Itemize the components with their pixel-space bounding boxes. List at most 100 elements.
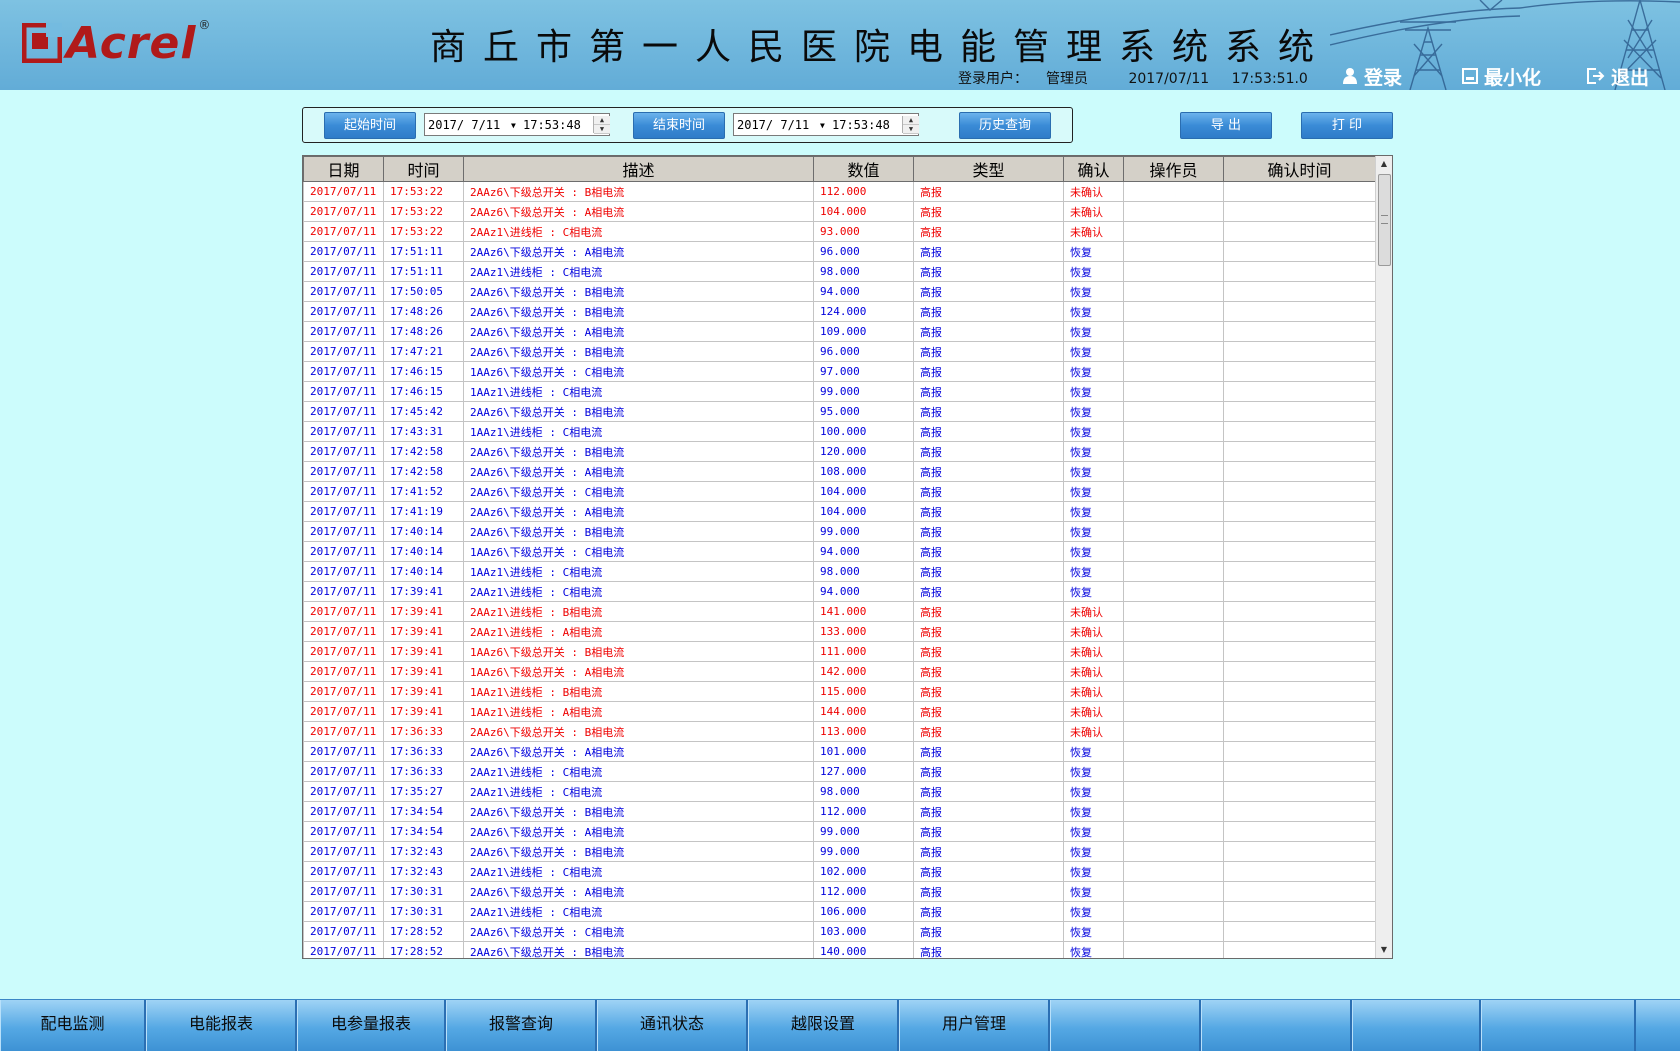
table-row[interactable]: 2017/07/11 17:51:11 2AAz6\下级总开关 : A相电流 96.0… [303,241,1376,262]
column-header-value[interactable]: 数值 [813,156,914,182]
table-row[interactable]: 2017/07/11 17:28:52 2AAz6\下级总开关 : C相电流 103.… [303,921,1376,942]
nav-item-0[interactable]: 配电监测 [0,1000,146,1051]
end-datetime-picker[interactable]: 2017/ 7/11 ▼ 17:53:48 ▲ ▼ [733,113,919,136]
cell-time: 17:46:15 [383,381,464,402]
column-header-confirm-time[interactable]: 确认时间 [1223,156,1376,182]
start-time-spinner[interactable]: ▲ ▼ [593,116,610,134]
cell-time: 17:45:42 [383,401,464,422]
nav-item-1[interactable]: 电能报表 [146,1000,297,1051]
cell-value: 99.000 [813,381,914,402]
nav-item-6[interactable]: 用户管理 [899,1000,1050,1051]
table-row[interactable]: 2017/07/11 17:47:21 2AAz6\下级总开关 : B相电流 96.0… [303,341,1376,362]
table-row[interactable]: 2017/07/11 17:41:19 2AAz6\下级总开关 : A相电流 104.… [303,501,1376,522]
cell-type: 高报 [913,201,1064,222]
spin-up-icon[interactable]: ▲ [903,116,919,125]
table-row[interactable]: 2017/07/11 17:30:31 2AAz6\下级总开关 : A相电流 112.… [303,881,1376,902]
nav-item-5[interactable]: 越限设置 [748,1000,899,1051]
table-row[interactable]: 2017/07/11 17:32:43 2AAz1\进线柜 : C相电流 102.00… [303,861,1376,882]
column-header-confirm[interactable]: 确认 [1063,156,1124,182]
table-row[interactable]: 2017/07/11 17:39:41 2AAz1\进线柜 : A相电流 133.00… [303,621,1376,642]
table-row[interactable]: 2017/07/11 17:50:05 2AAz6\下级总开关 : B相电流 94.0… [303,281,1376,302]
cell-operator [1123,821,1224,842]
nav-item-8[interactable] [1201,1000,1352,1051]
nav-item-2[interactable]: 电参量报表 [297,1000,446,1051]
scrollbar-thumb[interactable] [1378,174,1391,266]
table-row[interactable]: 2017/07/11 17:39:41 1AAz1\进线柜 : A相电流 144.00… [303,701,1376,722]
table-row[interactable]: 2017/07/11 17:28:52 2AAz6\下级总开关 : B相电流 140.… [303,941,1376,958]
table-row[interactable]: 2017/07/11 17:53:22 2AAz6\下级总开关 : B相电流 112.… [303,181,1376,202]
table-row[interactable]: 2017/07/11 17:39:41 2AAz1\进线柜 : C相电流 94.000… [303,581,1376,602]
cell-time: 17:46:15 [383,361,464,382]
cell-type: 高报 [913,601,1064,622]
scroll-down-arrow-icon[interactable]: ▼ [1376,942,1392,958]
vertical-scrollbar[interactable]: ▲ ▼ [1375,156,1392,958]
nav-item-9[interactable] [1352,1000,1481,1051]
scroll-up-arrow-icon[interactable]: ▲ [1376,156,1392,172]
table-row[interactable]: 2017/07/11 17:36:33 2AAz6\下级总开关 : B相电流 113.… [303,721,1376,742]
table-row[interactable]: 2017/07/11 17:46:15 1AAz6\下级总开关 : C相电流 97.0… [303,361,1376,382]
cell-operator [1123,661,1224,682]
table-row[interactable]: 2017/07/11 17:48:26 2AAz6\下级总开关 : B相电流 124.… [303,301,1376,322]
export-button[interactable]: 导 出 [1180,112,1272,139]
column-header-type[interactable]: 类型 [913,156,1064,182]
dropdown-arrow-icon[interactable]: ▼ [820,114,825,137]
end-time-spinner[interactable]: ▲ ▼ [902,116,919,134]
table-row[interactable]: 2017/07/11 17:36:33 2AAz6\下级总开关 : A相电流 101.… [303,741,1376,762]
table-row[interactable]: 2017/07/11 17:32:43 2AAz6\下级总开关 : B相电流 99.0… [303,841,1376,862]
table-row[interactable]: 2017/07/11 17:45:42 2AAz6\下级总开关 : B相电流 95.0… [303,401,1376,422]
spin-down-icon[interactable]: ▼ [594,125,610,134]
table-row[interactable]: 2017/07/11 17:30:31 2AAz1\进线柜 : C相电流 106.00… [303,901,1376,922]
start-datetime-picker[interactable]: 2017/ 7/11 ▼ 17:53:48 ▲ ▼ [424,113,610,136]
table-row[interactable]: 2017/07/11 17:40:14 1AAz6\下级总开关 : C相电流 94.0… [303,541,1376,562]
table-row[interactable]: 2017/07/11 17:46:15 1AAz1\进线柜 : C相电流 99.000… [303,381,1376,402]
end-time-button[interactable]: 结束时间 [633,112,725,139]
table-row[interactable]: 2017/07/11 17:51:11 2AAz1\进线柜 : C相电流 98.000… [303,261,1376,282]
table-row[interactable]: 2017/07/11 17:39:41 1AAz1\进线柜 : B相电流 115.00… [303,681,1376,702]
spin-down-icon[interactable]: ▼ [903,125,919,134]
print-button[interactable]: 打 印 [1301,112,1393,139]
cell-confirm-time [1223,281,1376,302]
nav-item-4[interactable]: 通讯状态 [597,1000,748,1051]
nav-item-7[interactable] [1050,1000,1201,1051]
spin-up-icon[interactable]: ▲ [594,116,610,125]
table-row[interactable]: 2017/07/11 17:42:58 2AAz6\下级总开关 : A相电流 108.… [303,461,1376,482]
minimize-button[interactable]: 最小化 [1462,64,1541,89]
column-header-description[interactable]: 描述 [463,156,814,182]
column-header-date[interactable]: 日期 [303,156,384,182]
nav-item-10[interactable] [1481,1000,1636,1051]
table-row[interactable]: 2017/07/11 17:39:41 1AAz6\下级总开关 : B相电流 111.… [303,641,1376,662]
cell-description: 2AAz6\下级总开关 : B相电流 [463,841,814,862]
table-row[interactable]: 2017/07/11 17:35:27 2AAz1\进线柜 : C相电流 98.000… [303,781,1376,802]
table-row[interactable]: 2017/07/11 17:48:26 2AAz6\下级总开关 : A相电流 109.… [303,321,1376,342]
table-row[interactable]: 2017/07/11 17:42:58 2AAz6\下级总开关 : B相电流 120.… [303,441,1376,462]
table-row[interactable]: 2017/07/11 17:53:22 2AAz6\下级总开关 : A相电流 104.… [303,201,1376,222]
cell-confirm: 恢复 [1063,421,1124,442]
login-button[interactable]: 登录 [1342,64,1402,89]
cell-confirm: 恢复 [1063,461,1124,482]
table-row[interactable]: 2017/07/11 17:41:52 2AAz6\下级总开关 : C相电流 104.… [303,481,1376,502]
table-row[interactable]: 2017/07/11 17:39:41 2AAz1\进线柜 : B相电流 141.00… [303,601,1376,622]
cell-type: 高报 [913,741,1064,762]
history-query-button[interactable]: 历史查询 [959,112,1051,139]
table-row[interactable]: 2017/07/11 17:40:14 1AAz1\进线柜 : C相电流 98.000… [303,561,1376,582]
table-row[interactable]: 2017/07/11 17:36:33 2AAz1\进线柜 : C相电流 127.00… [303,761,1376,782]
table-row[interactable]: 2017/07/11 17:43:31 1AAz1\进线柜 : C相电流 100.00… [303,421,1376,442]
cell-date: 2017/07/11 [303,721,384,742]
cell-date: 2017/07/11 [303,381,384,402]
column-header-operator[interactable]: 操作员 [1123,156,1224,182]
cell-description: 2AAz6\下级总开关 : A相电流 [463,461,814,482]
cell-type: 高报 [913,341,1064,362]
nav-item-3[interactable]: 报警查询 [446,1000,597,1051]
table-row[interactable]: 2017/07/11 17:53:22 2AAz1\进线柜 : C相电流 93.000… [303,221,1376,242]
table-row[interactable]: 2017/07/11 17:34:54 2AAz6\下级总开关 : A相电流 99.0… [303,821,1376,842]
column-header-time[interactable]: 时间 [383,156,464,182]
cell-description: 1AAz1\进线柜 : B相电流 [463,681,814,702]
table-row[interactable]: 2017/07/11 17:40:14 2AAz6\下级总开关 : B相电流 99.0… [303,521,1376,542]
start-time-button[interactable]: 起始时间 [324,112,416,139]
table-row[interactable]: 2017/07/11 17:39:41 1AAz6\下级总开关 : A相电流 142.… [303,661,1376,682]
dropdown-arrow-icon[interactable]: ▼ [511,114,516,137]
exit-button[interactable]: 退出 [1587,64,1649,89]
table-row[interactable]: 2017/07/11 17:34:54 2AAz6\下级总开关 : B相电流 112.… [303,801,1376,822]
cell-description: 1AAz1\进线柜 : C相电流 [463,561,814,582]
cell-operator [1123,881,1224,902]
